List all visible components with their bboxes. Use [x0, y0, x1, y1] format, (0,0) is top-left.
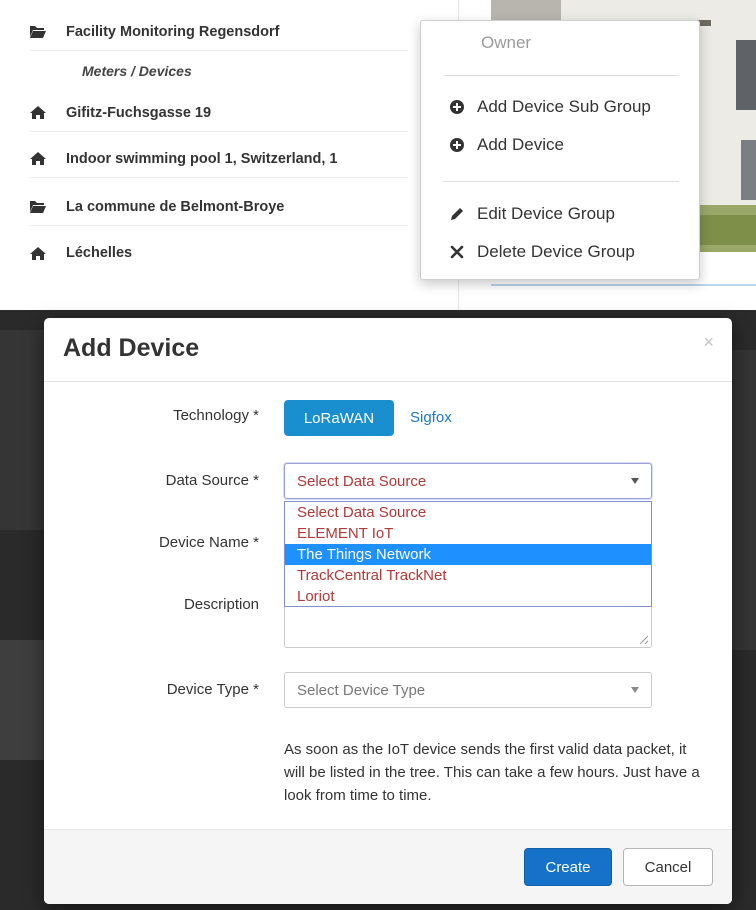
tree-item-gifitz[interactable]: Gifitz-Fuchsgasse 19 — [30, 94, 408, 132]
menu-owner-header: Owner — [481, 33, 531, 53]
home-icon — [30, 105, 52, 121]
tree-item-lechelles[interactable]: Léchelles — [30, 234, 408, 272]
plus-circle-icon — [447, 135, 467, 155]
photo-underline — [491, 284, 756, 286]
plus-circle-icon — [447, 97, 467, 117]
device-type-placeholder: Select Device Type — [297, 681, 426, 699]
data-source-select[interactable]: Select Data Source — [284, 463, 652, 499]
option-select-data-source[interactable]: Select Data Source — [285, 502, 651, 523]
menu-add-device[interactable]: Add Device — [447, 135, 564, 155]
device-tree: Facility Monitoring Regensdorf Meters / … — [0, 0, 460, 330]
tree-item-belmont-broye[interactable]: La commune de Belmont-Broye — [30, 188, 408, 226]
modal-header: Add Device × — [44, 318, 732, 382]
device-name-label: Device Name * — [158, 534, 259, 551]
menu-item-label: Edit Device Group — [477, 204, 615, 223]
tree-item-indoor-pool[interactable]: Indoor swimming pool 1, Switzerland, 1 — [30, 140, 408, 178]
close-icon[interactable]: × — [703, 332, 714, 353]
option-the-things-network[interactable]: The Things Network — [285, 544, 651, 565]
menu-divider — [443, 75, 679, 76]
option-loriot[interactable]: Loriot — [285, 586, 651, 607]
menu-item-label: Add Device — [477, 135, 564, 154]
home-icon — [30, 151, 52, 167]
menu-item-label: Delete Device Group — [477, 242, 635, 261]
home-icon — [30, 245, 52, 261]
data-source-value: Select Data Source — [297, 472, 427, 490]
pencil-icon — [447, 204, 467, 224]
lorawan-button[interactable]: LoRaWAN — [284, 400, 394, 436]
menu-item-label: Add Device Sub Group — [477, 97, 651, 116]
tree-item-label: Meters / Devices — [82, 63, 192, 79]
option-trackcentral-tracknet[interactable]: TrackCentral TrackNet — [285, 565, 651, 586]
chevron-down-icon — [631, 478, 639, 484]
resize-handle[interactable] — [640, 636, 648, 644]
description-label: Description — [183, 596, 259, 613]
menu-delete-group[interactable]: Delete Device Group — [447, 242, 635, 262]
tree-item-label: La commune de Belmont-Broye — [66, 198, 285, 215]
tree-item-label: Gifitz-Fuchsgasse 19 — [66, 104, 212, 121]
device-type-select[interactable]: Select Device Type — [284, 672, 652, 708]
tree-item-facility-monitoring[interactable]: Facility Monitoring Regensdorf — [30, 13, 408, 51]
tree-item-meters-devices[interactable]: Meters / Devices — [82, 52, 408, 90]
device-group-context-menu: Owner Add Device Sub Group Add Device Ed… — [420, 20, 700, 280]
data-source-dropdown: Select Data Source ELEMENT IoT The Thing… — [284, 501, 652, 607]
chevron-down-icon — [631, 687, 639, 693]
device-type-label: Device Type * — [166, 681, 259, 698]
folder-open-icon — [30, 199, 52, 215]
folder-open-icon — [30, 24, 52, 40]
menu-edit-group[interactable]: Edit Device Group — [447, 204, 615, 224]
menu-add-sub-group[interactable]: Add Device Sub Group — [447, 97, 651, 117]
menu-divider — [443, 181, 679, 182]
tree-item-label: Facility Monitoring Regensdorf — [66, 23, 280, 40]
add-device-modal: Add Device × Technology * LoRaWAN Sigfox… — [44, 318, 732, 904]
option-element-iot[interactable]: ELEMENT IoT — [285, 523, 651, 544]
close-icon — [447, 242, 467, 262]
data-source-label: Data Source * — [165, 472, 259, 489]
sigfox-link[interactable]: Sigfox — [410, 409, 452, 426]
cancel-button[interactable]: Cancel — [623, 848, 713, 886]
modal-footer: Create Cancel — [44, 829, 732, 904]
create-button[interactable]: Create — [524, 848, 612, 886]
tree-item-label: Léchelles — [66, 245, 133, 261]
help-text: As soon as the IoT device sends the firs… — [284, 741, 700, 804]
modal-title: Add Device — [63, 334, 200, 362]
menu-owner-label: Owner — [481, 33, 532, 52]
technology-label: Technology * — [173, 407, 259, 424]
tree-item-label: Indoor swimming pool 1, Switzerland, 1 — [66, 150, 338, 167]
